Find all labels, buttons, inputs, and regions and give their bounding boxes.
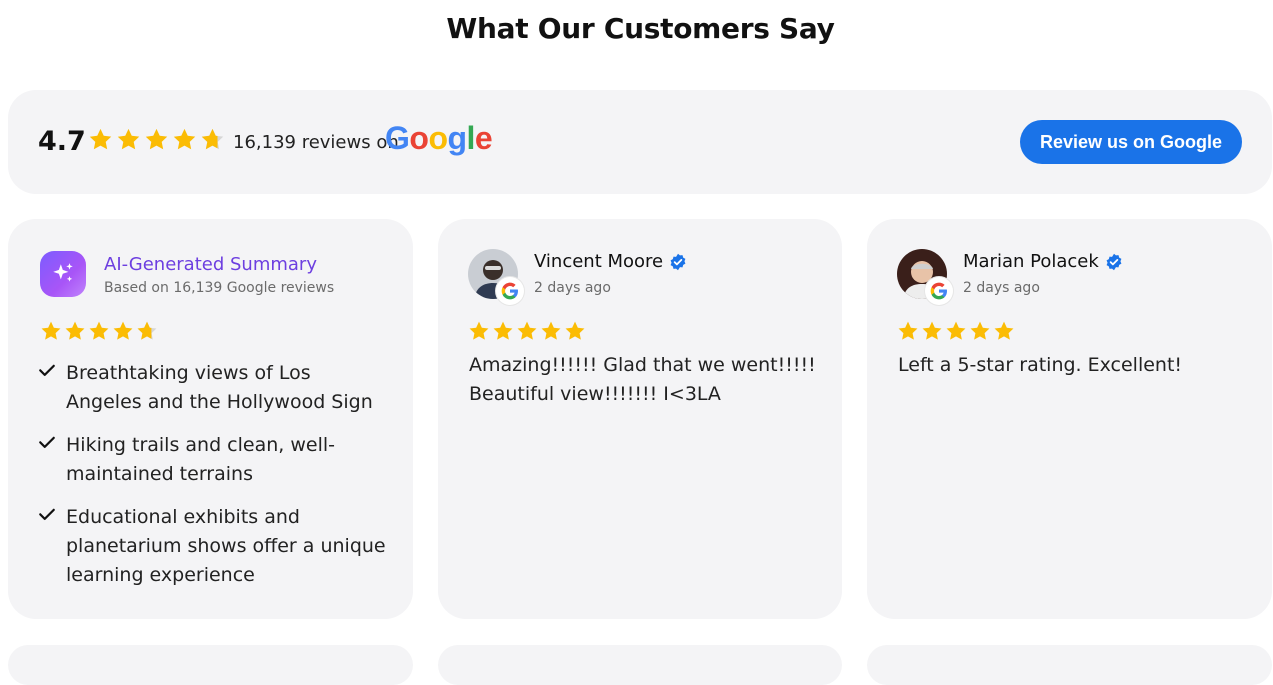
rating-summary-bar: 4.7 16,139 reviews on Google Review us o… xyxy=(8,90,1272,194)
reviewer-name-text: Vincent Moore xyxy=(534,251,664,272)
review-count: 16,139 reviews on xyxy=(233,132,399,153)
ai-summary-subtitle: Based on 16,139 Google reviews xyxy=(104,280,335,296)
rating-value: 4.7 xyxy=(38,126,86,157)
google-logo: Google xyxy=(385,120,493,156)
star-icon xyxy=(493,321,513,340)
star-icon xyxy=(117,128,140,150)
list-item: Hiking trails and clean, well-maintained… xyxy=(38,431,388,489)
star-icon xyxy=(89,321,109,340)
verified-badge-icon xyxy=(1106,253,1122,270)
review-card xyxy=(438,645,842,685)
checkmark-icon xyxy=(38,359,66,417)
summary-stars xyxy=(40,320,158,342)
summary-points: Breathtaking views of Los Angeles and th… xyxy=(38,359,388,604)
star-icon xyxy=(517,321,537,340)
star-icon xyxy=(469,321,489,340)
ai-summary-title: AI-Generated Summary xyxy=(104,254,317,275)
reviewer-name[interactable]: Marian Polacek xyxy=(963,251,1123,272)
google-icon xyxy=(925,277,953,305)
ai-summary-card: AI-Generated Summary Based on 16,139 Goo… xyxy=(8,219,413,619)
avatar[interactable] xyxy=(897,249,953,305)
avatar[interactable] xyxy=(468,249,524,305)
reviewer-name[interactable]: Vincent Moore xyxy=(534,251,687,272)
summary-point-text: Breathtaking views of Los Angeles and th… xyxy=(66,362,373,413)
star-icon xyxy=(145,128,168,150)
star-icon xyxy=(946,321,966,340)
star-icon xyxy=(89,128,112,150)
partial-star-icon xyxy=(201,128,224,150)
review-stars xyxy=(897,320,1015,342)
star-icon xyxy=(565,321,585,340)
google-icon xyxy=(496,277,524,305)
review-date: 2 days ago xyxy=(534,280,611,296)
review-stars xyxy=(468,320,586,342)
star-icon xyxy=(898,321,918,340)
checkmark-icon xyxy=(38,431,66,489)
star-icon xyxy=(41,321,61,340)
review-text: Amazing!!!!!! Glad that we went!!!!! Bea… xyxy=(469,354,816,405)
review-text: Left a 5-star rating. Excellent! xyxy=(898,354,1183,376)
verified-badge-icon xyxy=(670,253,686,270)
review-us-button[interactable]: Review us on Google xyxy=(1020,120,1242,164)
review-card: Vincent Moore 2 days ago Amazing!!!!!! G… xyxy=(438,219,842,619)
rating-stars xyxy=(88,127,225,152)
page-title: What Our Customers Say xyxy=(446,12,835,45)
review-date: 2 days ago xyxy=(963,280,1040,296)
star-icon xyxy=(541,321,561,340)
review-card: Marian Polacek 2 days ago Left a 5-star … xyxy=(867,219,1272,619)
star-icon xyxy=(113,321,133,340)
list-item: Educational exhibits and planetarium sho… xyxy=(38,503,388,590)
summary-point-text: Hiking trails and clean, well-maintained… xyxy=(66,434,335,485)
star-icon xyxy=(922,321,942,340)
sparkle-icon xyxy=(40,251,86,297)
star-icon xyxy=(173,128,196,150)
summary-point-text: Educational exhibits and planetarium sho… xyxy=(66,506,386,586)
review-card xyxy=(867,645,1272,685)
star-icon xyxy=(65,321,85,340)
partial-star-icon xyxy=(137,321,157,340)
reviewer-name-text: Marian Polacek xyxy=(963,251,1099,272)
list-item: Breathtaking views of Los Angeles and th… xyxy=(38,359,388,417)
checkmark-icon xyxy=(38,503,66,590)
star-icon xyxy=(994,321,1014,340)
review-card xyxy=(8,645,413,685)
star-icon xyxy=(970,321,990,340)
